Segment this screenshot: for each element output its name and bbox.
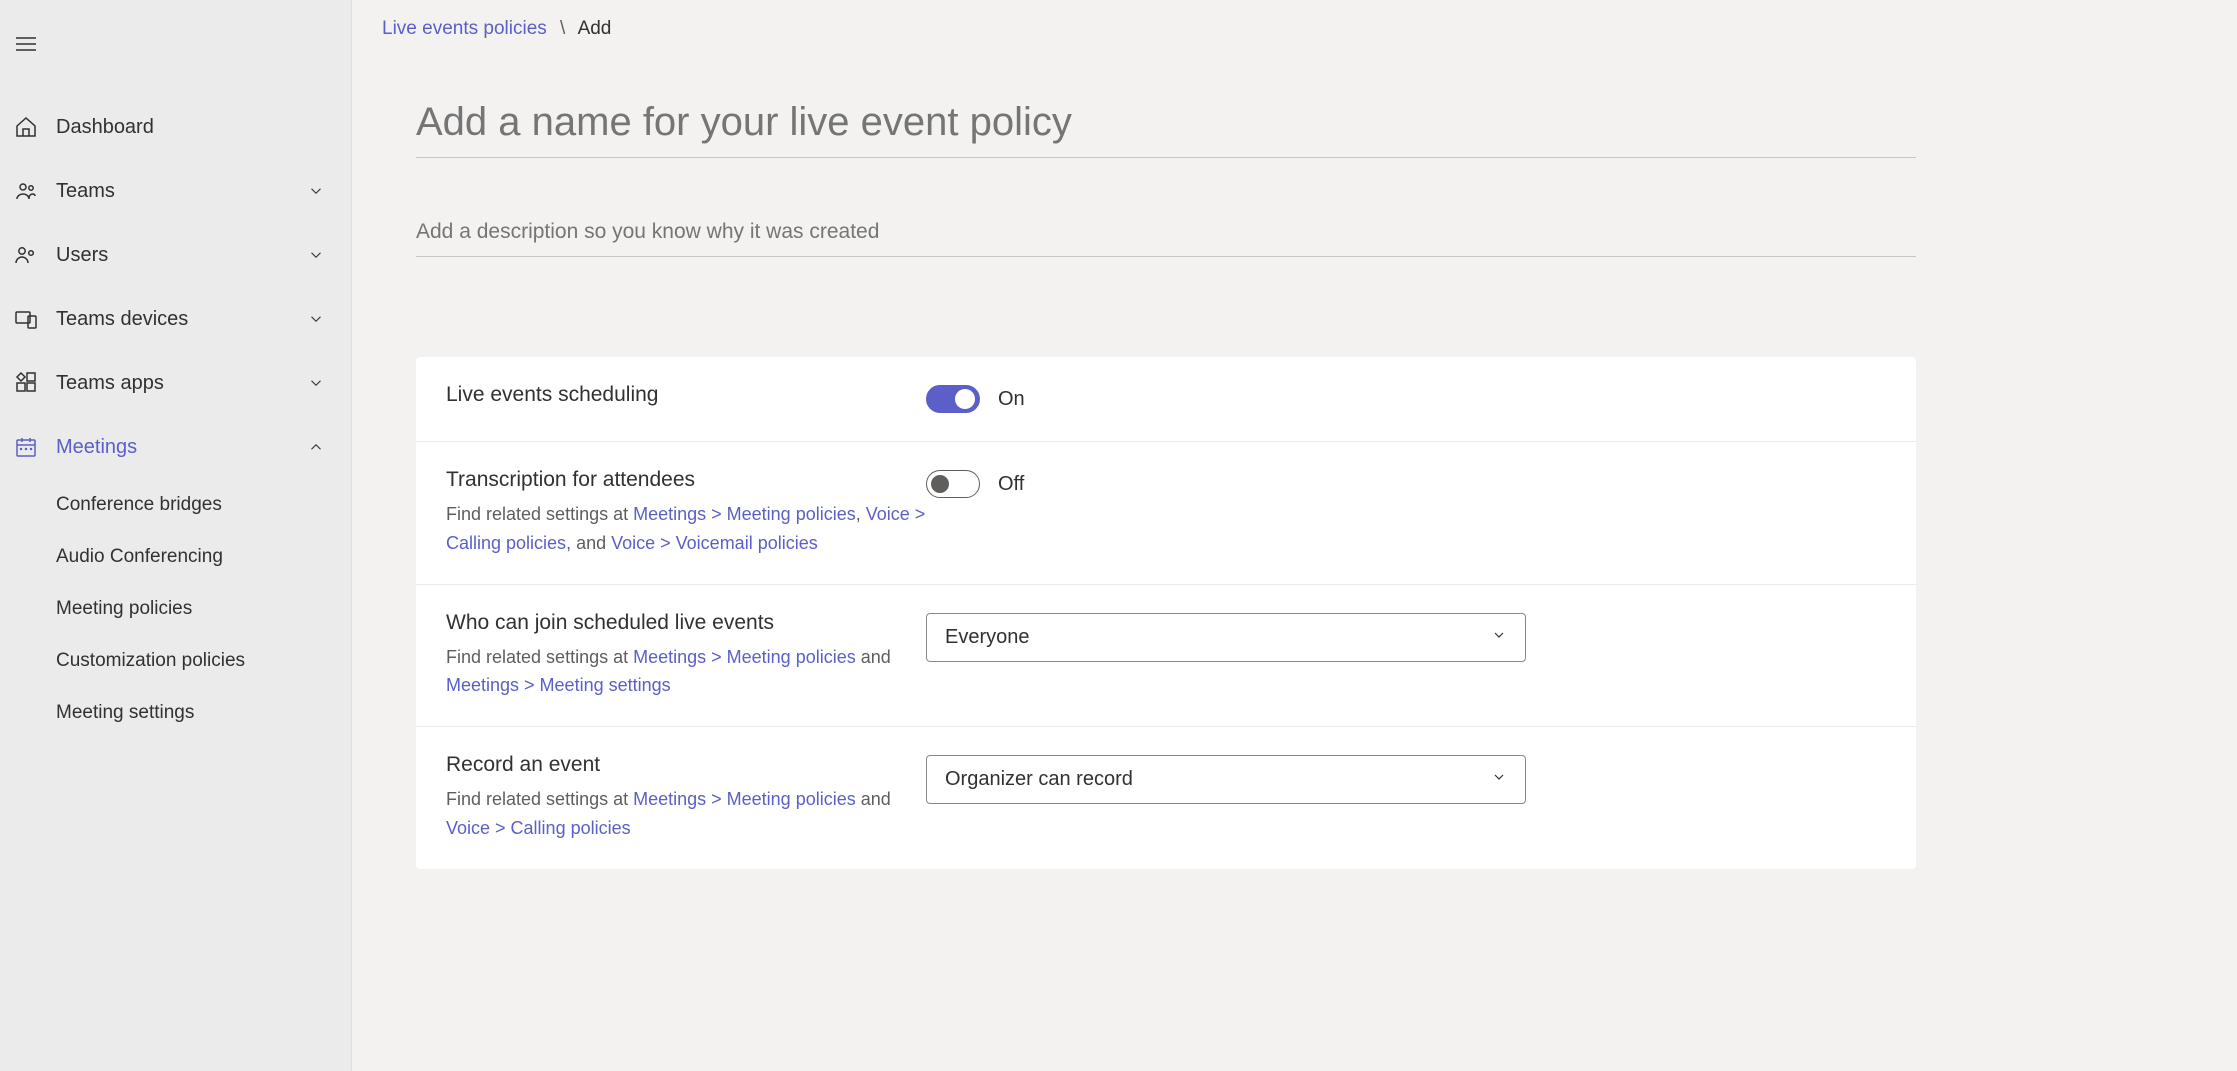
nav-label: Teams xyxy=(56,180,307,203)
setting-label: Live events scheduling xyxy=(446,383,926,407)
toggle-knob xyxy=(955,389,975,409)
sidebar-item-teams-devices[interactable]: Teams devices xyxy=(0,287,351,351)
link-calling-policies[interactable]: Voice > Calling policies xyxy=(446,818,631,838)
devices-icon xyxy=(14,307,38,331)
subnav-meeting-policies[interactable]: Meeting policies xyxy=(0,583,351,635)
setting-who-can-join: Who can join scheduled live events Find … xyxy=(416,585,1916,728)
sidebar-item-teams[interactable]: Teams xyxy=(0,159,351,223)
subnav-conference-bridges[interactable]: Conference bridges xyxy=(0,479,351,531)
setting-help-text: Find related settings at Meetings > Meet… xyxy=(446,785,926,843)
apps-icon xyxy=(14,371,38,395)
dropdown-value: Everyone xyxy=(945,626,1030,649)
nav-label: Teams devices xyxy=(56,308,307,331)
subnav-customization-policies[interactable]: Customization policies xyxy=(0,635,351,687)
nav-label: Teams apps xyxy=(56,372,307,395)
scheduling-toggle[interactable] xyxy=(926,385,980,413)
setting-transcription: Transcription for attendees Find related… xyxy=(416,442,1916,585)
chevron-down-icon xyxy=(307,182,325,200)
users-icon xyxy=(14,243,38,267)
sidebar: Dashboard Teams xyxy=(0,0,352,1071)
chevron-down-icon xyxy=(1491,768,1507,791)
toggle-state-label: On xyxy=(998,388,1025,411)
chevron-down-icon xyxy=(307,310,325,328)
policy-description-input[interactable] xyxy=(416,208,1916,257)
breadcrumb-parent-link[interactable]: Live events policies xyxy=(382,18,547,39)
link-meeting-policies[interactable]: Meetings > Meeting policies xyxy=(633,647,856,667)
chevron-up-icon xyxy=(307,438,325,456)
sidebar-item-users[interactable]: Users xyxy=(0,223,351,287)
link-voicemail-policies[interactable]: Voice > Voicemail policies xyxy=(611,533,818,553)
subnav-meeting-settings[interactable]: Meeting settings xyxy=(0,687,351,739)
dropdown-value: Organizer can record xyxy=(945,768,1133,791)
breadcrumb-separator: \ xyxy=(560,18,565,39)
chevron-down-icon xyxy=(307,374,325,392)
sidebar-item-teams-apps[interactable]: Teams apps xyxy=(0,351,351,415)
teams-icon xyxy=(14,179,38,203)
setting-help-text: Find related settings at Meetings > Meet… xyxy=(446,500,926,558)
setting-label: Transcription for attendees xyxy=(446,468,926,492)
breadcrumb: Live events policies \ Add xyxy=(352,0,2237,58)
record-event-dropdown[interactable]: Organizer can record xyxy=(926,755,1526,804)
link-meeting-policies[interactable]: Meetings > Meeting policies xyxy=(633,789,856,809)
chevron-down-icon xyxy=(307,246,325,264)
settings-card: Live events scheduling On Transcription … xyxy=(416,357,1916,869)
link-meeting-settings[interactable]: Meetings > Meeting settings xyxy=(446,675,671,695)
who-can-join-dropdown[interactable]: Everyone xyxy=(926,613,1526,662)
sidebar-item-dashboard[interactable]: Dashboard xyxy=(0,95,351,159)
setting-label: Who can join scheduled live events xyxy=(446,611,926,635)
policy-name-input[interactable] xyxy=(416,88,1916,158)
toggle-knob xyxy=(931,475,949,493)
breadcrumb-current: Add xyxy=(578,18,612,39)
hamburger-menu[interactable] xyxy=(0,20,351,71)
link-meeting-policies[interactable]: Meetings > Meeting policies xyxy=(633,504,856,524)
main-content: Live events policies \ Add Live events s… xyxy=(352,0,2237,1071)
transcription-toggle[interactable] xyxy=(926,470,980,498)
setting-label: Record an event xyxy=(446,753,926,777)
nav-label: Users xyxy=(56,244,307,267)
home-icon xyxy=(14,115,38,139)
nav-label: Dashboard xyxy=(56,116,339,139)
meetings-subnav: Conference bridges Audio Conferencing Me… xyxy=(0,479,351,739)
toggle-state-label: Off xyxy=(998,473,1024,496)
sidebar-item-meetings[interactable]: Meetings xyxy=(0,415,351,479)
setting-live-events-scheduling: Live events scheduling On xyxy=(416,357,1916,442)
setting-record-event: Record an event Find related settings at… xyxy=(416,727,1916,869)
hamburger-icon xyxy=(14,32,38,56)
nav-label: Meetings xyxy=(56,436,307,459)
calendar-icon xyxy=(14,435,38,459)
subnav-audio-conferencing[interactable]: Audio Conferencing xyxy=(0,531,351,583)
setting-help-text: Find related settings at Meetings > Meet… xyxy=(446,643,926,701)
chevron-down-icon xyxy=(1491,626,1507,649)
